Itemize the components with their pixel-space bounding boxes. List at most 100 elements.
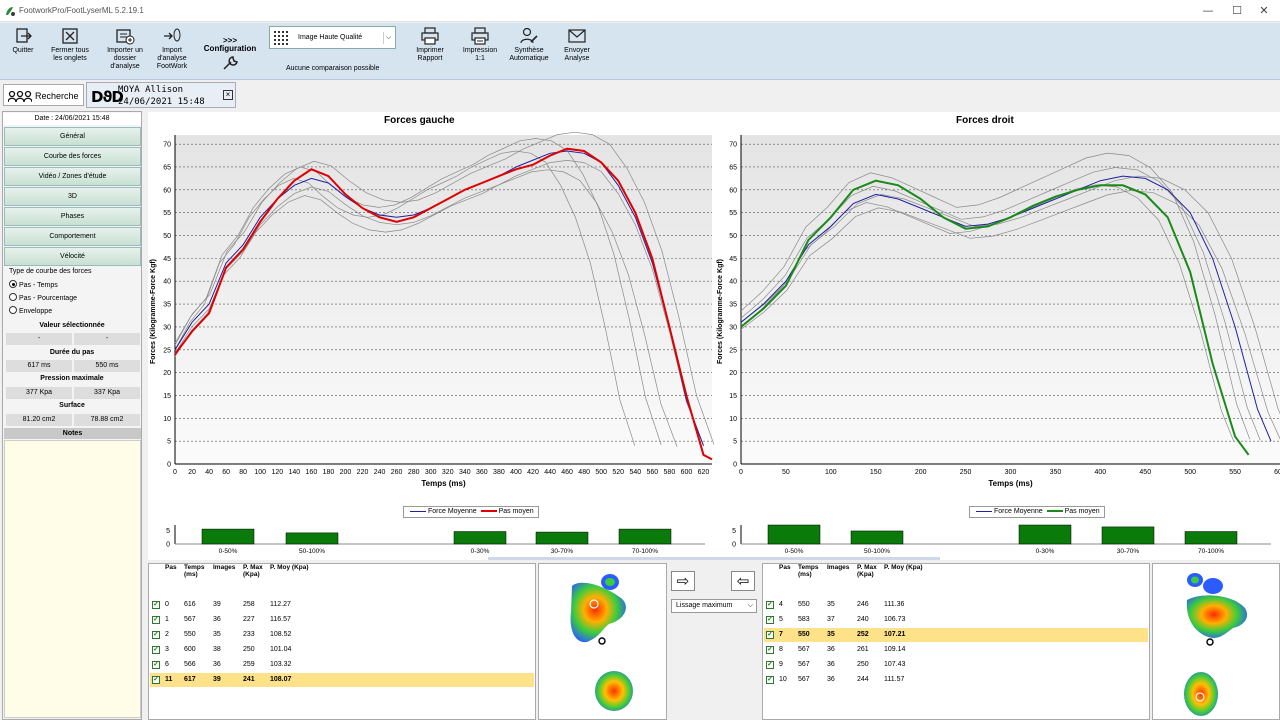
print-1-1-button[interactable]: Impression 1:1 xyxy=(458,23,502,79)
x-tick-label: 300 xyxy=(1005,469,1017,476)
row-checkbox[interactable]: ✓ xyxy=(766,676,774,684)
selected-value-title: Valeur sélectionnée xyxy=(39,322,105,329)
radio-envelope[interactable]: Enveloppe xyxy=(9,306,52,315)
minimize-button[interactable]: — xyxy=(1198,3,1218,19)
row-checkbox[interactable]: ✓ xyxy=(766,631,774,639)
nav-video-zones[interactable]: Vidéo / Zones d'étude xyxy=(4,167,141,186)
phase-y-tick: 5 xyxy=(166,528,170,535)
y-tick-label: 35 xyxy=(163,302,171,309)
nav-velocity[interactable]: Vélocité xyxy=(4,247,141,266)
table-row[interactable]: ✓ 6 566 36 259 103.32 xyxy=(150,658,534,672)
phase-label: 30-70% xyxy=(1117,548,1140,555)
phase-bar xyxy=(285,532,339,545)
radio-step-time[interactable]: Pas - Temps xyxy=(9,280,58,289)
center-marker-icon xyxy=(598,637,606,645)
close-window-button[interactable]: ✕ xyxy=(1254,3,1274,19)
y-tick-label: 70 xyxy=(729,142,737,149)
row-checkbox[interactable]: ✓ xyxy=(152,631,160,639)
quit-button[interactable]: Quitter xyxy=(4,23,42,79)
x-axis-label: Temps (ms) xyxy=(421,479,466,488)
row-checkbox[interactable]: ✓ xyxy=(152,616,160,624)
configuration-button[interactable]: >>> Configuration xyxy=(202,23,258,79)
row-checkbox[interactable]: ✓ xyxy=(152,661,160,669)
auto-synthesis-button[interactable]: Synthèse Automatique xyxy=(506,23,552,79)
surface-title: Surface xyxy=(59,402,85,409)
printer-icon xyxy=(421,27,439,45)
cell-temps: 550 xyxy=(184,631,196,638)
table-row[interactable]: ✓ 11 617 39 241 108.07 xyxy=(150,673,534,687)
cell-pmax: 261 xyxy=(857,646,869,653)
phase-bar xyxy=(767,524,821,545)
cell-pas: 3 xyxy=(165,646,169,653)
right-force-chart: 0 5 10 15 20 25 30 35 40 45 50 55 60 65 70 0 50 100 150 200… xyxy=(729,135,1280,488)
maximize-button[interactable]: ☐ xyxy=(1227,3,1247,19)
phase-label: 70-100% xyxy=(632,548,658,555)
import-footwork-button[interactable]: Import d'analyse FootWork xyxy=(152,23,192,79)
row-checkbox[interactable]: ✓ xyxy=(766,616,774,624)
nav-behavior[interactable]: Comportement xyxy=(4,227,141,246)
table-row[interactable]: ✓ 9 567 36 250 107.43 xyxy=(764,658,1148,672)
y-tick-label: 45 xyxy=(163,256,171,263)
table-row[interactable]: ✓ 5 583 37 240 106.73 xyxy=(764,613,1148,627)
table-row[interactable]: ✓ 3 600 38 250 101.04 xyxy=(150,643,534,657)
chevron-down-icon: ⌵ xyxy=(747,602,753,609)
x-tick-label: 200 xyxy=(915,469,927,476)
table-row[interactable]: ✓ 8 567 36 261 109.14 xyxy=(764,643,1148,657)
y-tick-label: 0 xyxy=(733,462,737,469)
x-tick-label: 180 xyxy=(323,469,335,476)
x-tick-label: 220 xyxy=(357,469,369,476)
people-icon xyxy=(8,90,32,102)
quality-dropdown[interactable]: Image Haute Qualité ⌵ xyxy=(269,26,396,49)
row-checkbox[interactable]: ✓ xyxy=(766,646,774,654)
splitter-handle[interactable] xyxy=(488,557,940,560)
close-all-tabs-button[interactable]: Fermer tous les onglets xyxy=(48,23,92,79)
y-tick-label: 15 xyxy=(729,393,737,400)
close-tab-icon[interactable]: × xyxy=(223,90,233,100)
move-right-button[interactable]: ⇨ xyxy=(671,571,695,591)
close-box-icon xyxy=(62,28,78,44)
x-tick-label: 450 xyxy=(1139,469,1151,476)
search-tab[interactable]: Recherche xyxy=(3,84,84,106)
table-row[interactable]: ✓ 10 567 36 244 111.57 xyxy=(764,673,1148,687)
y-tick-label: 25 xyxy=(729,347,737,354)
patient-tab[interactable]: DϑD MOYA Allison 24/06/2021 15:48 × xyxy=(86,82,236,108)
x-tick-label: 0 xyxy=(173,469,177,476)
row-checkbox[interactable]: ✓ xyxy=(152,646,160,654)
notes-textarea[interactable] xyxy=(4,440,141,718)
grid-icon xyxy=(274,31,288,45)
phase-bar xyxy=(1184,531,1238,545)
x-tick-label: 440 xyxy=(544,469,556,476)
x-tick-label: 350 xyxy=(1050,469,1062,476)
radio-step-percent[interactable]: Pas - Pourcentage xyxy=(9,293,77,302)
cell-images: 37 xyxy=(827,616,835,623)
table-row[interactable]: ✓ 4 550 35 246 111.36 xyxy=(764,598,1148,612)
cell-temps: 617 xyxy=(184,676,196,683)
nav-phases[interactable]: Phases xyxy=(4,207,141,226)
pressure-map-right xyxy=(1184,573,1248,716)
print-report-button[interactable]: Imprimer Rapport xyxy=(410,23,450,79)
table-row[interactable]: ✓ 7 550 35 252 107.21 xyxy=(764,628,1148,642)
x-tick-label: 300 xyxy=(425,469,437,476)
nav-force-curve[interactable]: Courbe des forces xyxy=(4,147,141,166)
x-tick-label: 600 xyxy=(1274,469,1280,476)
send-analysis-button[interactable]: Envoyer Analyse xyxy=(558,23,596,79)
cell-temps: 600 xyxy=(184,646,196,653)
table-row[interactable]: ✓ 1 567 36 227 116.57 xyxy=(150,613,534,627)
row-checkbox[interactable]: ✓ xyxy=(152,676,160,684)
row-checkbox[interactable]: ✓ xyxy=(766,661,774,669)
col-header-pas: Pas xyxy=(165,564,177,571)
table-row[interactable]: ✓ 2 550 35 233 108.52 xyxy=(150,628,534,642)
row-checkbox[interactable]: ✓ xyxy=(766,601,774,609)
move-left-button[interactable]: ⇦ xyxy=(731,571,755,591)
phase-bars: 5 0 0-50% 50-100% 0-30% 30-70% 70-100% 5 0 0-50% 5… xyxy=(148,522,1280,560)
nav-3d[interactable]: 3D xyxy=(4,187,141,206)
row-checkbox[interactable]: ✓ xyxy=(152,601,160,609)
table-row[interactable]: ✓ 0 616 39 258 112.27 xyxy=(150,598,534,612)
smoothing-dropdown[interactable]: Lissage maximum ⌵ xyxy=(671,599,757,613)
phase-label: 0-30% xyxy=(1036,548,1055,555)
cell-pas: 4 xyxy=(779,601,783,608)
import-folder-button[interactable]: Importer un dossier d'analyse xyxy=(102,23,148,79)
nav-general[interactable]: Général xyxy=(4,127,141,146)
x-tick-label: 500 xyxy=(1184,469,1196,476)
y-tick-label: 55 xyxy=(163,210,171,217)
